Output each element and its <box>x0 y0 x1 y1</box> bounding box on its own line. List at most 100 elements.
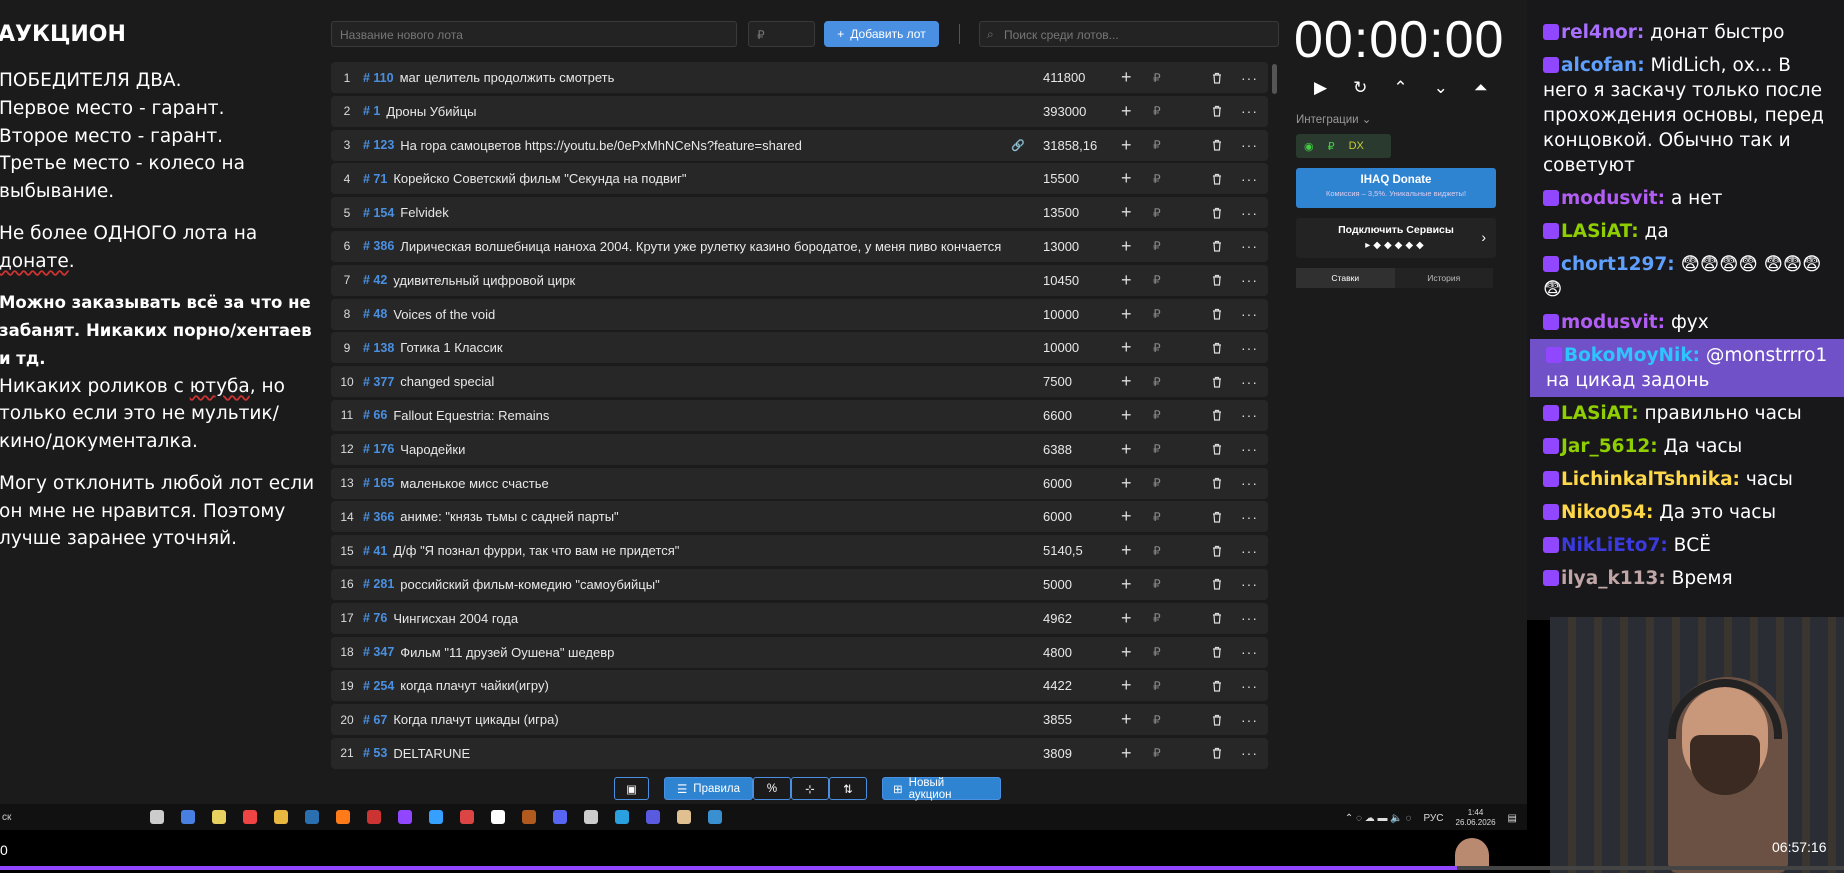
add-amount-button[interactable]: + <box>1121 371 1132 392</box>
add-lot-button[interactable]: + Добавить лот <box>824 21 939 47</box>
ruble-icon[interactable]: ₽ <box>1153 746 1161 760</box>
add-amount-button[interactable]: + <box>1121 743 1132 764</box>
lot-name[interactable]: аниме: "князь тьмы с садней парты" <box>400 509 1020 524</box>
app-icon[interactable] <box>708 810 722 824</box>
add-amount-button[interactable]: + <box>1121 642 1132 663</box>
donate-service-card[interactable]: IHAQ Donate Комиссия – 3,5%. Уникальные в… <box>1296 168 1496 208</box>
lot-name-input[interactable]: Название нового лота <box>331 21 737 47</box>
more-icon[interactable]: ··· <box>1241 509 1258 525</box>
add-amount-button[interactable]: + <box>1121 506 1132 527</box>
add-amount-button[interactable]: + <box>1121 101 1132 122</box>
trash-icon[interactable] <box>1211 139 1223 151</box>
more-icon[interactable]: ··· <box>1241 407 1258 423</box>
ruble-icon[interactable]: ₽ <box>1153 71 1161 85</box>
chat-username[interactable]: NikLiEto7: <box>1561 535 1668 556</box>
ruble-icon[interactable]: ₽ <box>1153 104 1161 118</box>
more-icon[interactable]: ··· <box>1241 205 1258 221</box>
ruble-icon[interactable]: ₽ <box>1153 645 1161 659</box>
add-amount-button[interactable]: + <box>1121 270 1132 291</box>
ruble-icon[interactable]: ₽ <box>1153 544 1161 558</box>
trash-icon[interactable] <box>1211 376 1223 388</box>
collapse-icon[interactable]: ⏶ <box>1474 78 1488 98</box>
more-icon[interactable]: ··· <box>1241 610 1258 626</box>
chevron-down-icon[interactable]: ⌄ <box>1434 78 1448 98</box>
app-icon[interactable] <box>491 810 505 824</box>
lot-amount[interactable]: 10000 <box>1043 340 1079 355</box>
lot-name[interactable]: удивительный цифровой цирк <box>393 273 1013 288</box>
lot-name[interactable]: Fallout Equestria: Remains <box>393 408 1013 423</box>
trash-icon[interactable] <box>1211 714 1223 726</box>
trash-icon[interactable] <box>1211 646 1223 658</box>
ruble-icon[interactable]: ₽ <box>1153 206 1161 220</box>
split-button[interactable]: ⊹ <box>791 777 829 800</box>
lot-name[interactable]: Чингисхан 2004 года <box>393 611 1013 626</box>
obs-icon[interactable] <box>367 810 381 824</box>
more-icon[interactable]: ··· <box>1241 374 1258 390</box>
ruble-icon[interactable]: ₽ <box>1153 713 1161 727</box>
lot-amount-input[interactable]: ₽ <box>748 21 815 47</box>
lot-amount[interactable]: 4422 <box>1043 678 1072 693</box>
play-icon[interactable]: ▶ <box>1314 78 1327 98</box>
more-icon[interactable]: ··· <box>1241 70 1258 86</box>
more-icon[interactable]: ··· <box>1241 644 1258 660</box>
lot-name[interactable]: Готика 1 Классик <box>400 340 1020 355</box>
more-icon[interactable]: ··· <box>1241 272 1258 288</box>
lot-amount[interactable]: 3855 <box>1043 712 1072 727</box>
add-amount-button[interactable]: + <box>1121 67 1132 88</box>
folder-icon[interactable] <box>274 810 288 824</box>
add-amount-button[interactable]: + <box>1121 135 1132 156</box>
scrollbar[interactable] <box>1272 64 1277 94</box>
chat-username[interactable]: LichinkalTshnika: <box>1561 469 1740 490</box>
trash-icon[interactable] <box>1211 443 1223 455</box>
trash-icon[interactable] <box>1211 72 1223 84</box>
search-input[interactable]: ⌕ Поиск среди лотов... <box>979 21 1279 47</box>
app-icon[interactable] <box>646 810 660 824</box>
lot-amount[interactable]: 10450 <box>1043 273 1079 288</box>
chat-username[interactable]: LASiAT: <box>1561 221 1639 242</box>
more-icon[interactable]: ··· <box>1241 238 1258 254</box>
trash-icon[interactable] <box>1211 409 1223 422</box>
lot-name[interactable]: Когда плачут цикады (игра) <box>393 712 1013 727</box>
more-icon[interactable]: ··· <box>1241 137 1258 153</box>
trash-icon[interactable] <box>1211 173 1223 185</box>
trash-icon[interactable] <box>1211 612 1223 624</box>
ruble-icon[interactable]: ₽ <box>1153 679 1161 693</box>
ruble-icon[interactable]: ₽ <box>1153 273 1161 287</box>
lot-name[interactable]: На гора самоцветов https://youtu.be/0ePx… <box>400 138 1020 153</box>
trash-icon[interactable] <box>1211 680 1223 692</box>
lot-amount[interactable]: 6000 <box>1043 509 1072 524</box>
app-icon[interactable] <box>522 810 536 824</box>
ruble-icon[interactable]: ₽ <box>1153 138 1161 152</box>
lot-amount[interactable]: 13500 <box>1043 205 1079 220</box>
more-icon[interactable]: ··· <box>1241 475 1258 491</box>
chrome-icon[interactable] <box>243 810 257 824</box>
link-icon[interactable]: 🔗 <box>1011 139 1025 152</box>
add-amount-button[interactable]: + <box>1121 202 1132 223</box>
trash-icon[interactable] <box>1211 308 1223 320</box>
chat-username[interactable]: LASiAT: <box>1561 403 1639 424</box>
notification-icon[interactable]: ▤ <box>1508 813 1517 824</box>
widgets-icon[interactable] <box>181 810 195 824</box>
tab-history[interactable]: История <box>1395 268 1494 288</box>
save-button[interactable]: ▣ <box>614 777 649 800</box>
chat-username[interactable]: chort1297: <box>1561 254 1675 275</box>
add-amount-button[interactable]: + <box>1121 439 1132 460</box>
lot-name[interactable]: Felvidek <box>400 205 1020 220</box>
clock[interactable]: 1:44 26.06.2026 <box>1456 808 1496 828</box>
more-icon[interactable]: ··· <box>1241 103 1258 119</box>
add-amount-button[interactable]: + <box>1121 473 1132 494</box>
lot-amount[interactable]: 5000 <box>1043 577 1072 592</box>
steam-icon[interactable] <box>305 810 319 824</box>
lot-name[interactable]: Лирическая волшебница наноха 2004. Крути… <box>400 239 1020 254</box>
firefox-icon[interactable] <box>336 810 350 824</box>
app-icon[interactable] <box>460 810 474 824</box>
ruble-icon[interactable]: ₽ <box>1153 510 1161 524</box>
ruble-icon[interactable]: ₽ <box>1153 239 1161 253</box>
app-icon[interactable] <box>584 810 598 824</box>
ruble-icon[interactable]: ₽ <box>1153 577 1161 591</box>
trash-icon[interactable] <box>1211 342 1223 354</box>
app-icon[interactable] <box>429 810 443 824</box>
lot-amount[interactable]: 31858,16 <box>1043 138 1097 153</box>
ruble-icon[interactable]: ₽ <box>1153 442 1161 456</box>
chat-username[interactable]: alcofan: <box>1561 55 1645 76</box>
